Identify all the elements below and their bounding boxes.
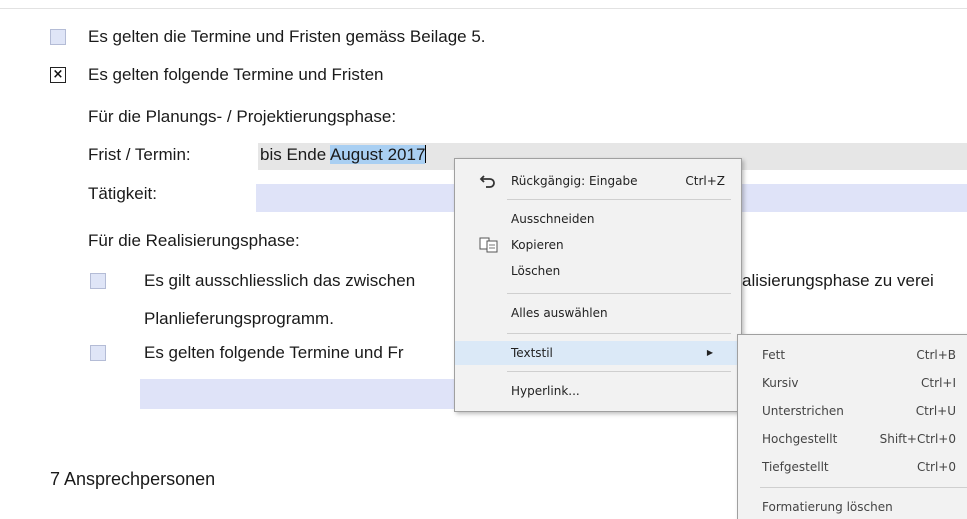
menu-item-text-style-label: Textstil xyxy=(511,346,553,360)
submenu-item-underline[interactable]: Unterstrichen Ctrl+U xyxy=(738,399,967,423)
menu-item-select-all[interactable]: Alles auswählen xyxy=(455,301,741,325)
menu-item-undo-shortcut: Ctrl+Z xyxy=(685,174,725,188)
option-annex-checkbox[interactable] xyxy=(50,29,66,45)
submenu-item-bold-shortcut: Ctrl+B xyxy=(916,348,956,362)
menu-item-copy-label: Kopieren xyxy=(511,238,564,252)
realization-custom-label: Es gelten folgende Termine und Fr xyxy=(144,343,404,362)
submenu-item-bold[interactable]: Fett Ctrl+B xyxy=(738,343,967,367)
realization-plan-label-continued: alisierungsphase zu verei xyxy=(742,271,934,290)
submenu-item-superscript-shortcut: Shift+Ctrl+0 xyxy=(879,432,956,446)
menu-separator xyxy=(507,293,731,294)
activity-label: Tätigkeit: xyxy=(88,184,157,203)
deadline-label: Frist / Termin: xyxy=(88,145,191,164)
menu-separator xyxy=(507,199,731,200)
menu-item-hyperlink[interactable]: Hyperlink... xyxy=(455,379,741,403)
realization-plan-label: Es gilt ausschliesslich das zwischen xyxy=(144,271,416,290)
submenu-item-underline-shortcut: Ctrl+U xyxy=(915,404,956,418)
menu-item-delete[interactable]: Löschen xyxy=(455,259,741,283)
undo-icon xyxy=(479,173,497,197)
realization-custom-field[interactable] xyxy=(140,379,456,409)
option-custom-deadlines-checkbox[interactable]: × xyxy=(50,67,66,83)
page-top-border xyxy=(0,8,967,9)
realization-custom-checkbox[interactable] xyxy=(90,345,106,361)
menu-separator xyxy=(760,487,967,488)
text-style-submenu: Fett Ctrl+B Kursiv Ctrl+I Unterstrichen … xyxy=(737,334,967,519)
submenu-item-superscript[interactable]: Hochgestellt Shift+Ctrl+0 xyxy=(738,427,967,451)
menu-item-text-style[interactable]: Textstil ▶ xyxy=(455,341,741,365)
menu-item-cut[interactable]: Ausschneiden xyxy=(455,207,741,231)
menu-item-delete-label: Löschen xyxy=(511,264,561,278)
realization-phase-label: Für die Realisierungsphase: xyxy=(88,231,300,250)
submenu-item-italic[interactable]: Kursiv Ctrl+I xyxy=(738,371,967,395)
menu-separator xyxy=(507,333,731,334)
submenu-item-underline-label: Unterstrichen xyxy=(762,404,844,418)
deadline-value-selection: August 2017 xyxy=(329,145,426,164)
copy-icon xyxy=(479,237,499,261)
menu-item-cut-label: Ausschneiden xyxy=(511,212,595,226)
realization-plan-label-line2: Planlieferungsprogramm. xyxy=(144,309,334,328)
submenu-item-subscript-shortcut: Ctrl+0 xyxy=(916,460,956,474)
option-annex-label: Es gelten die Termine und Fristen gemäss… xyxy=(88,27,486,46)
menu-separator xyxy=(507,371,731,372)
planning-phase-label: Für die Planungs- / Projektierungsphase: xyxy=(88,107,397,126)
submenu-arrow-icon: ▶ xyxy=(706,348,713,357)
menu-item-select-all-label: Alles auswählen xyxy=(511,306,608,320)
menu-item-hyperlink-label: Hyperlink... xyxy=(511,384,580,398)
context-menu: Rückgängig: Eingabe Ctrl+Z Ausschneiden … xyxy=(454,158,742,412)
menu-item-undo[interactable]: Rückgängig: Eingabe Ctrl+Z xyxy=(455,169,741,193)
submenu-item-clear-formatting[interactable]: Formatierung löschen xyxy=(738,495,967,519)
submenu-item-italic-shortcut: Ctrl+I xyxy=(921,376,956,390)
submenu-item-italic-label: Kursiv xyxy=(762,376,799,390)
submenu-item-clear-formatting-label: Formatierung löschen xyxy=(762,500,893,514)
option-custom-deadlines-label: Es gelten folgende Termine und Fristen xyxy=(88,65,384,84)
section-heading: 7 Ansprechpersonen xyxy=(50,469,216,489)
submenu-item-bold-label: Fett xyxy=(762,348,786,362)
submenu-item-subscript[interactable]: Tiefgestellt Ctrl+0 xyxy=(738,455,967,479)
text-caret xyxy=(425,145,427,163)
menu-item-copy[interactable]: Kopieren xyxy=(455,233,741,257)
deadline-value-prefix: bis Ende xyxy=(260,145,330,164)
submenu-item-superscript-label: Hochgestellt xyxy=(762,432,838,446)
deadline-value[interactable]: bis Ende August 2017 xyxy=(260,145,427,165)
submenu-item-subscript-label: Tiefgestellt xyxy=(762,460,829,474)
realization-plan-checkbox[interactable] xyxy=(90,273,106,289)
menu-item-undo-label: Rückgängig: Eingabe xyxy=(511,174,638,188)
